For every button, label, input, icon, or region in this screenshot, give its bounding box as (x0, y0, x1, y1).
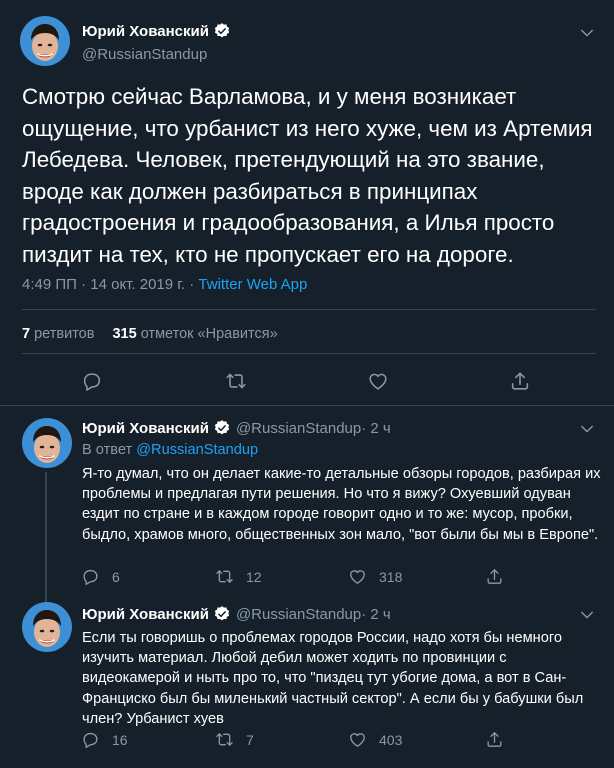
retweet-icon (225, 370, 247, 392)
like-count: 318 (379, 568, 403, 585)
share-icon (485, 730, 504, 749)
avatar-image (20, 16, 70, 66)
retweets-stat[interactable]: 7 ретвитов (22, 326, 94, 342)
reply-icon (81, 567, 100, 586)
avatar[interactable] (22, 602, 72, 652)
chevron-down-icon[interactable] (578, 606, 596, 624)
author-name-row[interactable]: Юрий Хованский (82, 22, 231, 40)
divider (22, 309, 596, 310)
tweet-stats: 7 ретвитов 315 отметок «Нравится» (22, 326, 278, 342)
heart-icon (348, 567, 367, 586)
retweet-button[interactable]: 12 (215, 567, 262, 586)
retweet-icon (215, 730, 234, 749)
avatar-image (22, 418, 72, 468)
avatar[interactable] (22, 418, 72, 468)
heart-icon (348, 730, 367, 749)
author-name-row[interactable]: Юрий Хованский @RussianStandup · 2 ч (82, 419, 391, 437)
likes-stat[interactable]: 315 отметок «Нравится» (112, 326, 277, 342)
author-handle[interactable]: @RussianStandup (236, 420, 361, 437)
author-handle[interactable]: @RussianStandup (236, 606, 361, 623)
heart-icon (367, 370, 389, 392)
retweet-count: 12 (246, 568, 262, 585)
divider (22, 353, 596, 354)
share-button[interactable] (485, 567, 504, 586)
reply-tweet[interactable]: Юрий Хованский @RussianStandup · 2 ч В о… (0, 406, 614, 602)
reply-text: Я-то думал, что он делает какие-то детал… (82, 466, 601, 543)
like-button[interactable]: 403 (348, 730, 402, 749)
like-button[interactable] (367, 370, 389, 392)
reply-icon (81, 370, 103, 392)
display-name[interactable]: Юрий Хованский (82, 420, 209, 437)
likes-count: 315 (112, 326, 137, 342)
author-handle[interactable]: @RussianStandup (82, 46, 207, 63)
reply-time[interactable]: · 2 ч (361, 606, 391, 623)
verified-badge-icon (213, 605, 231, 623)
reply-actions: 16 7 403 (0, 730, 614, 760)
retweets-count: 7 (22, 326, 31, 342)
likes-label: отметок «Нравится» (140, 326, 278, 342)
like-count: 403 (379, 731, 403, 748)
reply-actions: 6 12 318 (0, 567, 614, 597)
tweet-actions (0, 370, 614, 400)
display-name[interactable]: Юрий Хованский (82, 23, 209, 40)
avatar[interactable] (20, 16, 70, 66)
tweet-meta: 4:49 ПП · 14 окт. 2019 г. · Twitter Web … (22, 276, 307, 293)
share-button[interactable] (509, 370, 531, 392)
reply-button[interactable]: 6 (81, 567, 120, 586)
reply-text: Если ты говоришь о проблемах городов Рос… (82, 630, 584, 727)
in-reply-handle[interactable]: @RussianStandup (136, 442, 258, 458)
retweets-label: ретвитов (34, 326, 95, 342)
reply-icon (81, 730, 100, 749)
share-icon (485, 567, 504, 586)
reply-count: 6 (112, 568, 120, 585)
display-name[interactable]: Юрий Хованский (82, 606, 209, 623)
in-reply-prefix: В ответ (82, 442, 137, 458)
reply-button[interactable]: 16 (81, 730, 128, 749)
tweet-timestamp[interactable]: 4:49 ПП · 14 окт. 2019 г. · (22, 276, 198, 293)
in-reply-to: В ответ @RussianStandup (82, 442, 258, 458)
reply-count: 16 (112, 731, 128, 748)
retweet-count: 7 (246, 731, 254, 748)
verified-badge-icon (213, 419, 231, 437)
main-tweet: Юрий Хованский @RussianStandup Смотрю се… (0, 0, 614, 406)
retweet-icon (215, 567, 234, 586)
tweet-source-link[interactable]: Twitter Web App (198, 276, 307, 293)
share-button[interactable] (485, 730, 504, 749)
like-button[interactable]: 318 (348, 567, 402, 586)
chevron-down-icon[interactable] (578, 420, 596, 438)
avatar-image (22, 602, 72, 652)
tweet-text: Смотрю сейчас Варламова, и у меня возник… (22, 84, 593, 267)
chevron-down-icon[interactable] (578, 24, 596, 42)
retweet-button[interactable]: 7 (215, 730, 254, 749)
reply-time[interactable]: · 2 ч (361, 420, 391, 437)
share-icon (509, 370, 531, 392)
reply-button[interactable] (81, 370, 103, 392)
reply-tweet[interactable]: Юрий Хованский @RussianStandup · 2 ч Есл… (0, 602, 614, 768)
retweet-button[interactable] (225, 370, 247, 392)
verified-badge-icon (213, 22, 231, 40)
author-name-row[interactable]: Юрий Хованский @RussianStandup · 2 ч (82, 605, 391, 623)
